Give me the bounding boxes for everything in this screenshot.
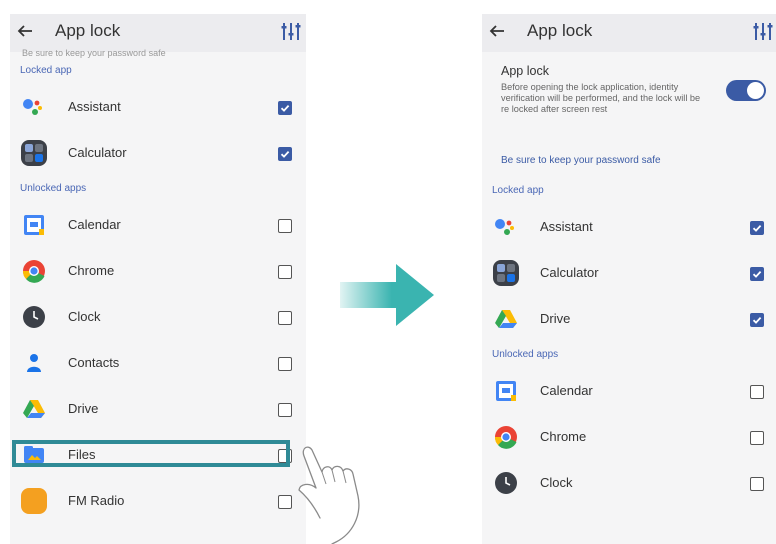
app-label: FM Radio [68, 493, 125, 508]
scrolled-hint: Be sure to keep your password safe [10, 48, 306, 58]
chrome-icon [492, 423, 520, 451]
app-row-fm-radio[interactable]: FM Radio [10, 478, 306, 524]
drive-row-highlight [12, 440, 290, 467]
locked-app-list: Assistant Calculator [10, 84, 306, 176]
assistant-icon [20, 93, 48, 121]
back-arrow-icon[interactable] [14, 20, 36, 42]
app-row-assistant[interactable]: Assistant [482, 204, 776, 250]
app-label: Calculator [540, 265, 599, 280]
lock-checkbox-clock[interactable] [750, 477, 764, 491]
password-hint: Be sure to keep your password safe [501, 155, 661, 166]
lock-checkbox-clock[interactable] [278, 311, 292, 325]
app-lock-description: Before opening the lock application, ide… [501, 82, 701, 115]
app-row-contacts[interactable]: Contacts [10, 340, 306, 386]
lock-checkbox-fm-radio[interactable] [278, 495, 292, 509]
unlocked-app-list: Calendar Chrome Clock Contacts Drive Files FM … [10, 202, 306, 524]
transition-arrow-icon [340, 264, 434, 326]
checkmark-icon [751, 268, 763, 280]
app-lock-toggle[interactable] [726, 80, 766, 101]
lock-checkbox-contacts[interactable] [278, 357, 292, 371]
checkmark-icon [279, 148, 291, 160]
app-row-calendar[interactable]: Calendar [10, 202, 306, 248]
app-label: Assistant [540, 219, 593, 234]
drive-icon [492, 305, 520, 333]
app-row-assistant[interactable]: Assistant [10, 84, 306, 130]
app-bar: App lock [10, 14, 306, 52]
filter-icon[interactable] [752, 20, 774, 42]
lock-checkbox-calendar[interactable] [278, 219, 292, 233]
lock-checkbox-calculator[interactable] [278, 147, 292, 161]
app-row-chrome[interactable]: Chrome [10, 248, 306, 294]
page-title: App lock [55, 21, 121, 40]
filter-icon[interactable] [280, 20, 302, 42]
app-label: Chrome [68, 263, 115, 278]
locked-app-list: Assistant Calculator Drive [482, 204, 776, 342]
app-label: Calculator [68, 145, 127, 160]
lock-checkbox-calendar[interactable] [750, 385, 764, 399]
calendar-icon [20, 211, 48, 239]
app-label: Clock [540, 475, 573, 490]
chrome-icon [20, 257, 48, 285]
lock-checkbox-chrome[interactable] [750, 431, 764, 445]
back-arrow-icon[interactable] [486, 20, 508, 42]
right-phone-screen: App lock App lock Before opening the loc… [482, 14, 776, 544]
app-label: Clock [68, 309, 101, 324]
drive-icon [20, 395, 48, 423]
contacts-icon [20, 349, 48, 377]
assistant-icon [492, 213, 520, 241]
app-label: Assistant [68, 99, 121, 114]
fm-radio-icon [20, 487, 48, 515]
unlocked-apps-header: Unlocked apps [492, 349, 559, 360]
password-hint-clipped: Be sure to keep your password safe [22, 48, 166, 58]
lock-checkbox-drive[interactable] [278, 403, 292, 417]
app-row-calculator[interactable]: Calculator [10, 130, 306, 176]
app-row-drive[interactable]: Drive [482, 296, 776, 342]
tap-hand-icon [298, 446, 360, 544]
page-title: App lock [527, 21, 593, 40]
checkmark-icon [751, 314, 763, 326]
calculator-icon [492, 259, 520, 287]
app-label: Contacts [68, 355, 120, 370]
locked-app-header: Locked app [492, 185, 544, 196]
app-label: Calendar [540, 383, 593, 398]
unlocked-apps-header: Unlocked apps [20, 183, 87, 194]
app-row-clock[interactable]: Clock [10, 294, 306, 340]
app-row-clock[interactable]: Clock [482, 460, 776, 506]
clock-icon [20, 303, 48, 331]
toggle-knob [747, 82, 764, 99]
app-row-calendar[interactable]: Calendar [482, 368, 776, 414]
lock-checkbox-assistant[interactable] [278, 101, 292, 115]
app-row-drive[interactable]: Drive [10, 386, 306, 432]
lock-checkbox-assistant[interactable] [750, 221, 764, 235]
locked-app-header: Locked app [20, 65, 72, 76]
app-lock-title: App lock [501, 64, 549, 78]
app-label: Drive [68, 401, 99, 416]
checkmark-icon [279, 102, 291, 114]
unlocked-app-list: Calendar Chrome Clock [482, 368, 776, 506]
app-bar: App lock [482, 14, 776, 52]
calculator-icon [20, 139, 48, 167]
app-label: Chrome [540, 429, 587, 444]
app-row-calculator[interactable]: Calculator [482, 250, 776, 296]
calendar-icon [492, 377, 520, 405]
app-label: Calendar [68, 217, 121, 232]
app-label: Drive [540, 311, 571, 326]
app-row-chrome[interactable]: Chrome [482, 414, 776, 460]
lock-checkbox-calculator[interactable] [750, 267, 764, 281]
lock-checkbox-chrome[interactable] [278, 265, 292, 279]
clock-icon [492, 469, 520, 497]
app-lock-setting: App lock Before opening the lock applica… [482, 52, 776, 144]
lock-checkbox-drive[interactable] [750, 313, 764, 327]
checkmark-icon [751, 222, 763, 234]
